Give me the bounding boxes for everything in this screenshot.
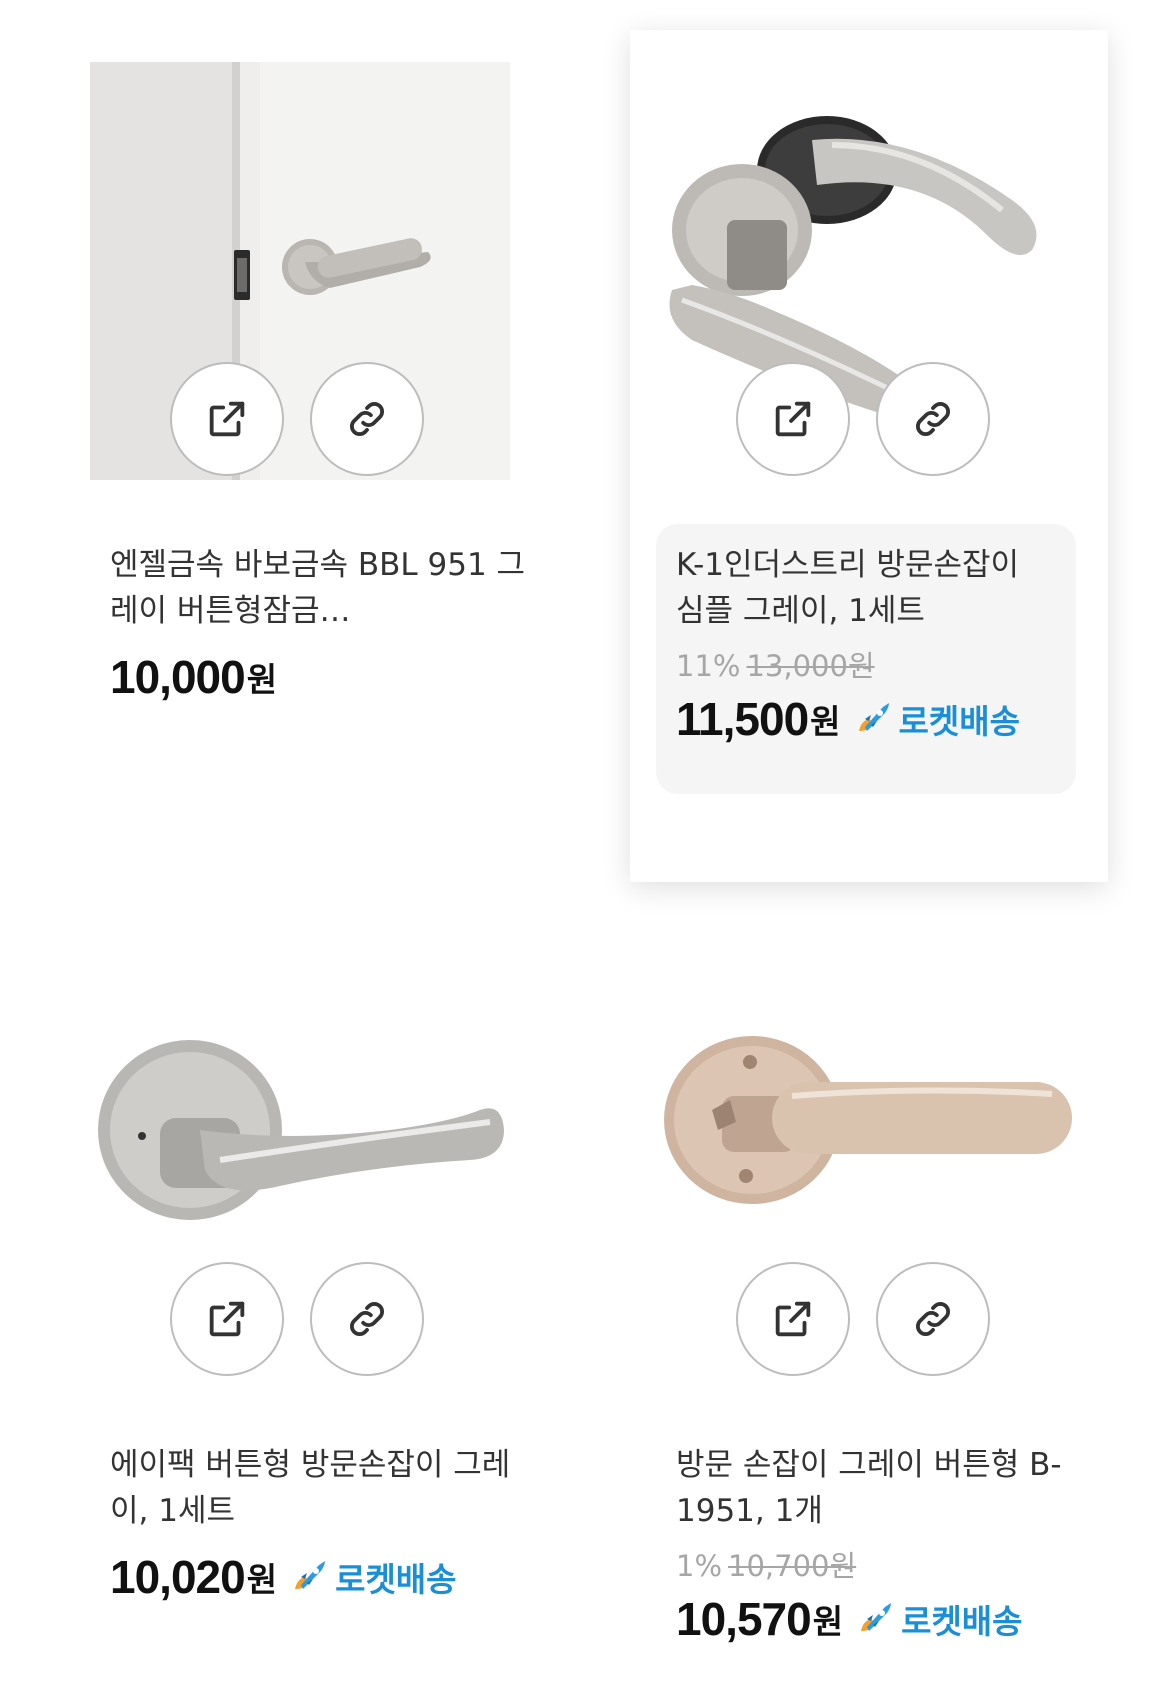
price-row: 10,570 원 로켓배송 bbox=[676, 1592, 1096, 1646]
sale-price: 10,570 bbox=[676, 1593, 812, 1645]
original-price-row: 1% 10,700원 bbox=[676, 1546, 1096, 1586]
product-actions-3 bbox=[170, 1262, 424, 1376]
original-price: 10,700원 bbox=[728, 1549, 857, 1583]
product-card-2[interactable]: K-1인더스트리 방문손잡이 심플 그레이, 1세트 11% 13,000원 11… bbox=[630, 30, 1108, 882]
discount-rate: 11% bbox=[676, 649, 741, 683]
delivery-label: 로켓배송 bbox=[901, 1602, 1023, 1641]
link-icon bbox=[916, 402, 950, 436]
product-actions-2 bbox=[736, 362, 990, 476]
link-icon bbox=[350, 402, 384, 436]
product-info-1[interactable]: 엔젤금속 바보금속 BBL 951 그레이 버튼형잠금… 10,000 원 bbox=[110, 542, 530, 704]
copy-link-button[interactable] bbox=[876, 1262, 990, 1376]
product-info-4[interactable]: 방문 손잡이 그레이 버튼형 B-1951, 1개 1% 10,700원 10,5… bbox=[676, 1442, 1096, 1646]
rocket-delivery-badge: 로켓배송 bbox=[851, 695, 1020, 743]
product-info-3[interactable]: 에이팩 버튼형 방문손잡이 그레이, 1세트 10,020 원 로켓배송 bbox=[110, 1442, 530, 1604]
copy-link-button[interactable] bbox=[876, 362, 990, 476]
original-price: 13,000원 bbox=[746, 649, 875, 683]
door-handle-illustration bbox=[98, 1040, 504, 1220]
price-unit: 원 bbox=[246, 1560, 278, 1599]
original-price-row: 11% 13,000원 bbox=[676, 646, 1056, 686]
product-actions-4 bbox=[736, 1262, 990, 1376]
product-title[interactable]: 엔젤금속 바보금속 BBL 951 그레이 버튼형잠금… bbox=[110, 542, 530, 634]
rocket-delivery-badge: 로켓배송 bbox=[287, 1553, 457, 1601]
delivery-label: 로켓배송 bbox=[335, 1560, 457, 1599]
door-handle-illustration bbox=[664, 1036, 1072, 1204]
external-link-icon bbox=[209, 401, 245, 437]
rocket-delivery-badge: 로켓배송 bbox=[853, 1595, 1023, 1643]
link-icon bbox=[350, 1302, 384, 1336]
copy-link-button[interactable] bbox=[310, 1262, 424, 1376]
product-image-4[interactable] bbox=[652, 990, 1082, 1280]
open-external-button[interactable] bbox=[170, 1262, 284, 1376]
external-link-icon bbox=[775, 1301, 811, 1337]
price-unit: 원 bbox=[812, 1602, 844, 1641]
product-info-2[interactable]: K-1인더스트리 방문손잡이 심플 그레이, 1세트 11% 13,000원 11… bbox=[656, 524, 1076, 794]
product-image-3[interactable] bbox=[90, 990, 510, 1280]
delivery-label: 로켓배송 bbox=[898, 702, 1020, 741]
sale-price: 11,500 bbox=[676, 693, 809, 745]
external-link-icon bbox=[775, 401, 811, 437]
price-row: 10,020 원 로켓배송 bbox=[110, 1550, 530, 1604]
product-actions-1 bbox=[170, 362, 424, 476]
price-row: 11,500 원 로켓배송 bbox=[676, 692, 1056, 746]
product-card-4[interactable]: 방문 손잡이 그레이 버튼형 B-1951, 1개 1% 10,700원 10,5… bbox=[630, 880, 1170, 1707]
product-title[interactable]: 에이팩 버튼형 방문손잡이 그레이, 1세트 bbox=[110, 1442, 530, 1534]
copy-link-button[interactable] bbox=[310, 362, 424, 476]
price-unit: 원 bbox=[246, 660, 278, 699]
rocket-icon bbox=[861, 1603, 892, 1631]
external-link-icon bbox=[209, 1301, 245, 1337]
link-icon bbox=[916, 1302, 950, 1336]
price-unit: 원 bbox=[810, 702, 841, 741]
rocket-icon bbox=[858, 703, 889, 731]
product-title[interactable]: K-1인더스트리 방문손잡이 심플 그레이, 1세트 bbox=[676, 542, 1056, 634]
product-card-1[interactable]: 엔젤금속 바보금속 BBL 951 그레이 버튼형잠금… 10,000 원 bbox=[0, 0, 585, 820]
sale-price: 10,000 bbox=[110, 651, 246, 703]
sale-price: 10,020 bbox=[110, 1551, 246, 1603]
product-title[interactable]: 방문 손잡이 그레이 버튼형 B-1951, 1개 bbox=[676, 1442, 1096, 1534]
open-external-button[interactable] bbox=[170, 362, 284, 476]
price-row: 10,000 원 bbox=[110, 650, 530, 704]
discount-rate: 1% bbox=[676, 1549, 723, 1583]
open-external-button[interactable] bbox=[736, 362, 850, 476]
rocket-icon bbox=[295, 1561, 326, 1589]
open-external-button[interactable] bbox=[736, 1262, 850, 1376]
product-card-3[interactable]: 에이팩 버튼형 방문손잡이 그레이, 1세트 10,020 원 로켓배송 bbox=[0, 880, 585, 1707]
